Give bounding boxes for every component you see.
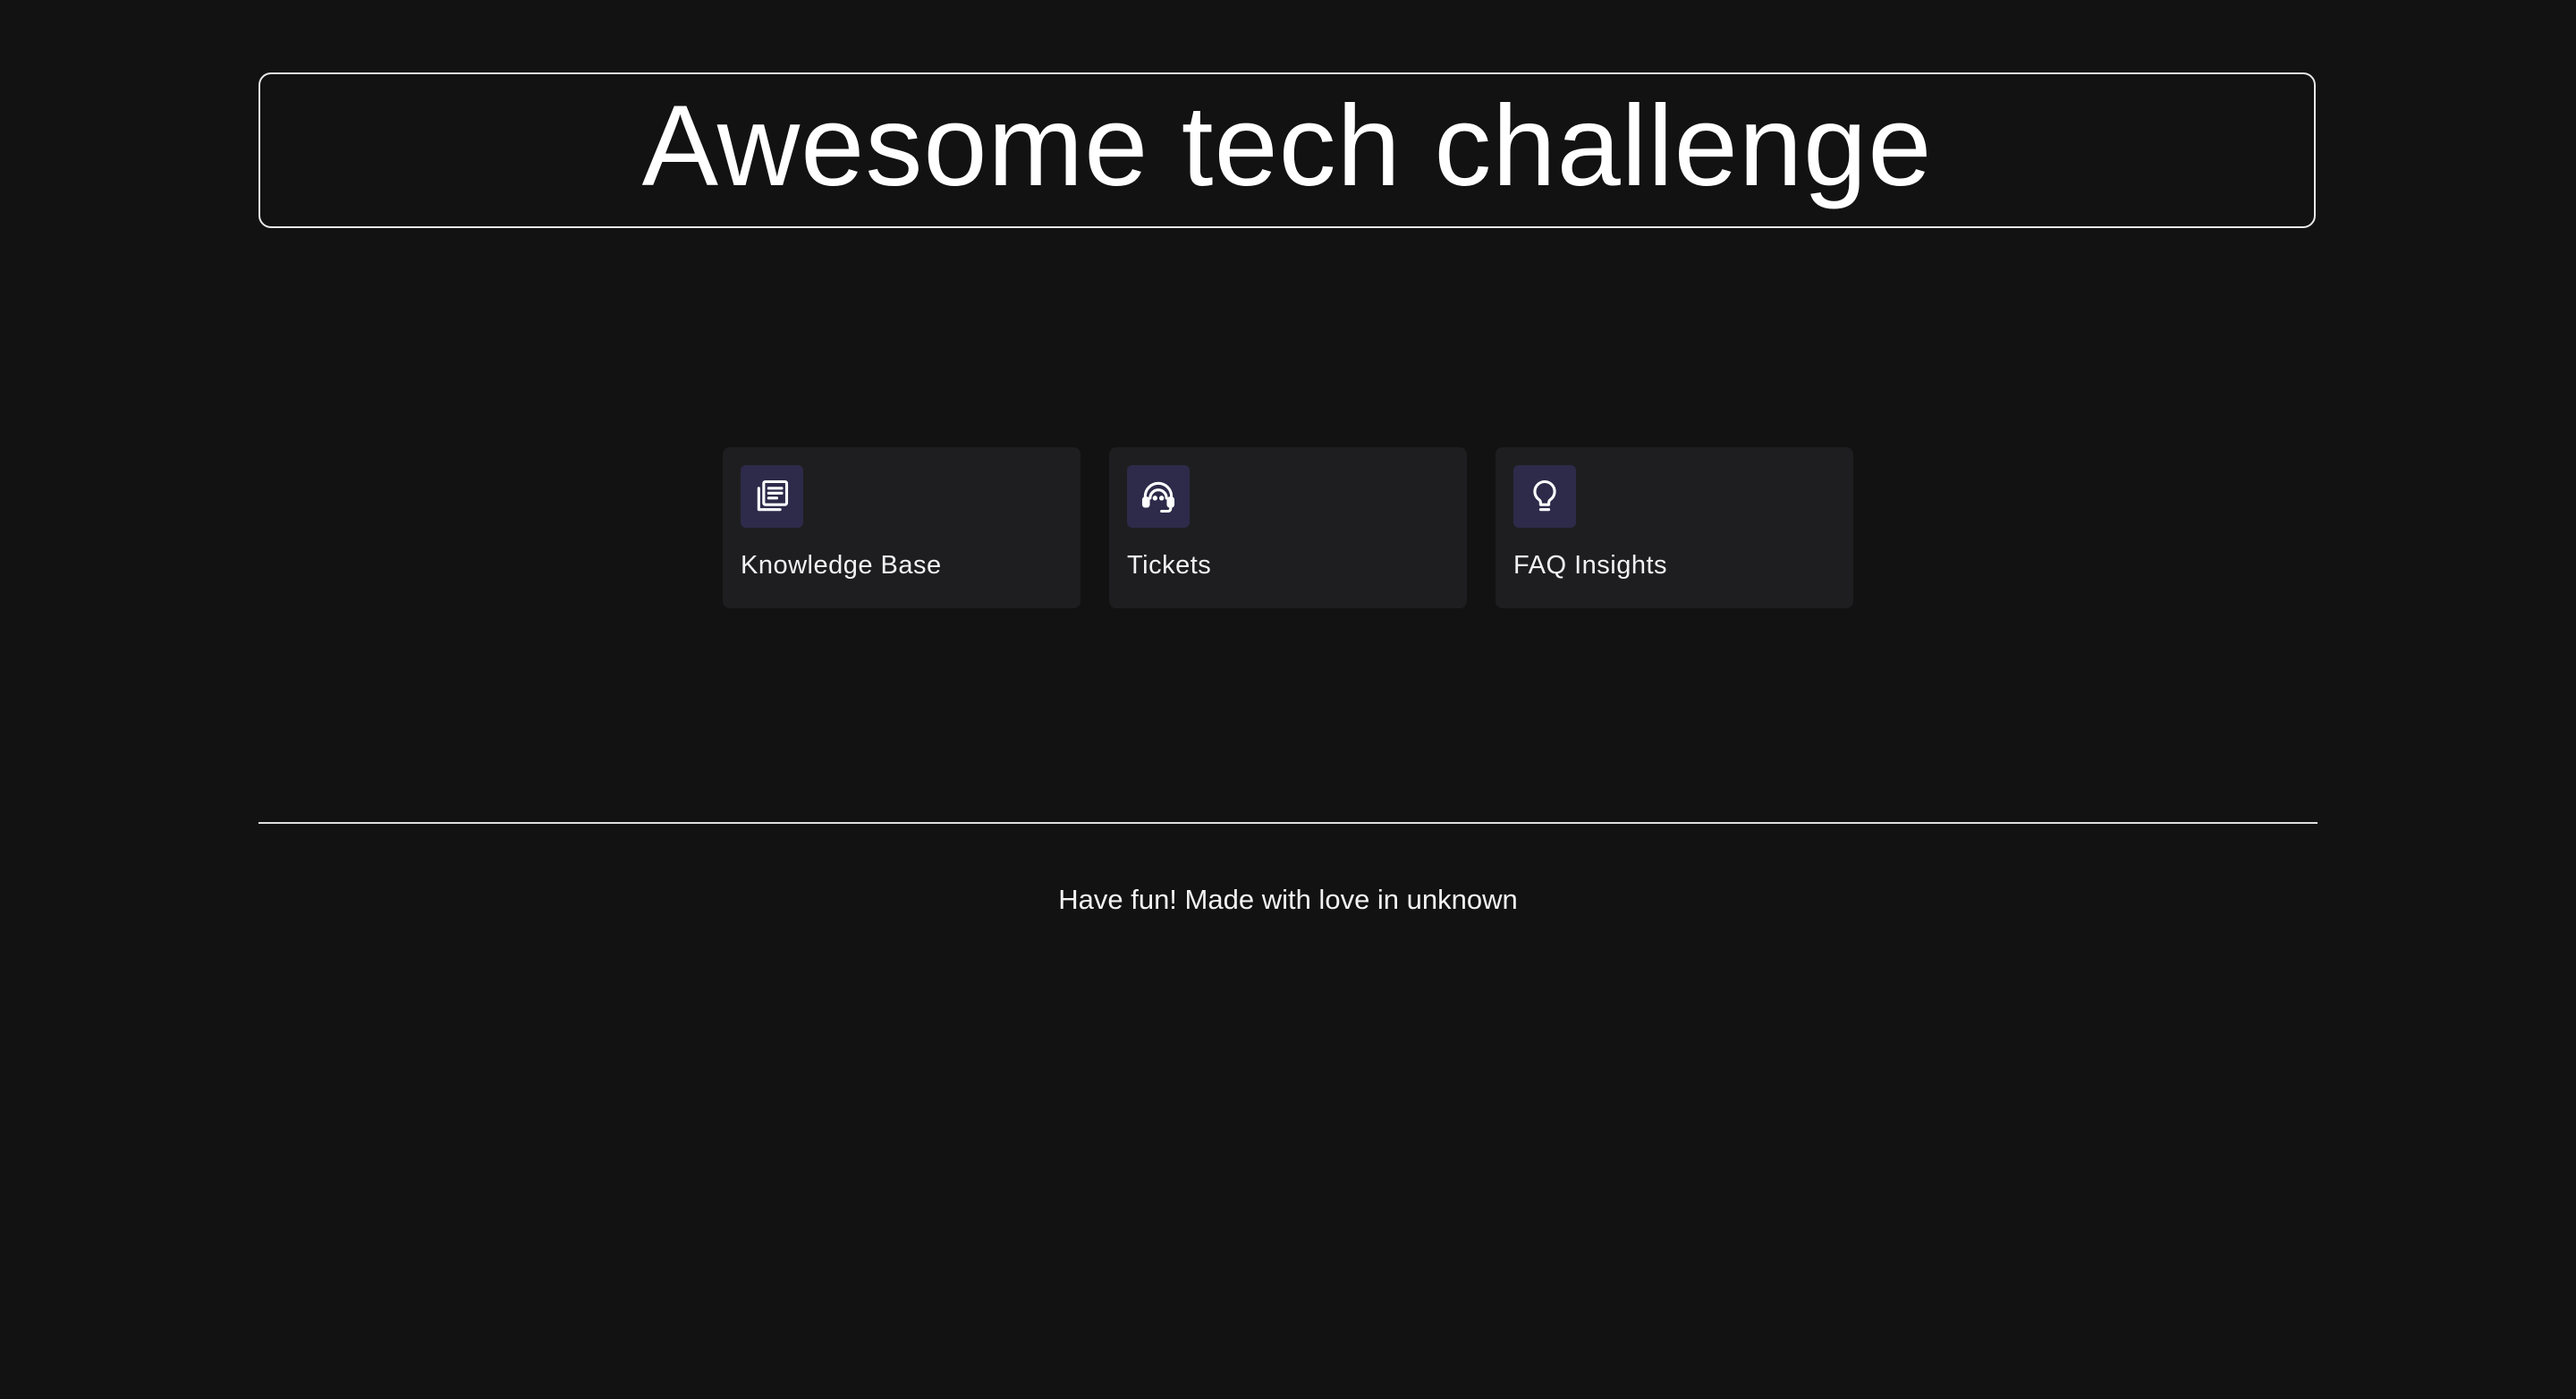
card-knowledge-base[interactable]: Knowledge Base <box>723 447 1080 608</box>
headset-support-icon <box>1127 465 1190 528</box>
footer-text: Have fun! Made with love in unknown <box>1058 884 1518 915</box>
card-tickets[interactable]: Tickets <box>1109 447 1467 608</box>
newspaper-icon <box>741 465 803 528</box>
divider <box>258 822 2318 824</box>
card-label: Tickets <box>1127 551 1212 580</box>
page: Awesome tech challenge Knowledge Base Ti… <box>0 0 2576 1399</box>
lightbulb-icon <box>1513 465 1576 528</box>
card-label: Knowledge Base <box>741 551 942 580</box>
title-box: Awesome tech challenge <box>258 72 2316 228</box>
card-faq-insights[interactable]: FAQ Insights <box>1496 447 1853 608</box>
page-title: Awesome tech challenge <box>641 82 1933 210</box>
card-label: FAQ Insights <box>1513 551 1668 580</box>
card-grid: Knowledge Base Tickets FAQ Insights <box>723 447 1853 608</box>
